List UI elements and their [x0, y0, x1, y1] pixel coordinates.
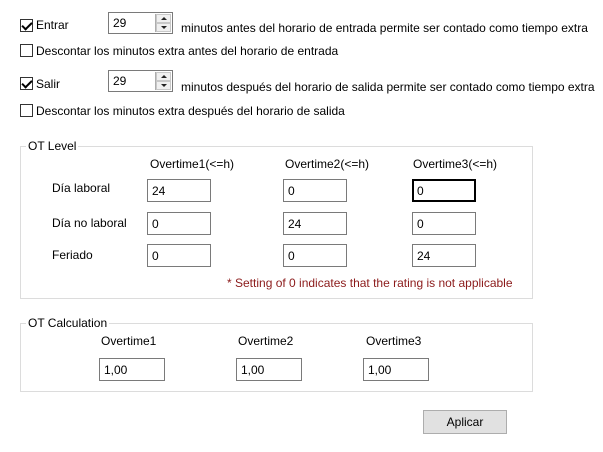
- salir-label: Salir: [36, 77, 61, 91]
- discount-entrada-label: Descontar los minutos extra antes del ho…: [36, 44, 339, 58]
- row-label-dia-laboral: Día laboral: [52, 181, 111, 195]
- salir-minutes-value: 29: [113, 74, 127, 88]
- spinner-buttons: [155, 14, 171, 32]
- ot-level-col-overtime2: Overtime2(<=h): [285, 157, 370, 171]
- ot-level-legend: OT Level: [26, 139, 79, 153]
- ot-calculation-legend: OT Calculation: [26, 316, 110, 330]
- salir-checkbox[interactable]: [20, 77, 33, 90]
- ot-level-note: * Setting of 0 indicates that the rating…: [227, 276, 513, 290]
- entrar-checkbox[interactable]: [20, 19, 33, 32]
- ot-level-no-laboral-overtime2-input[interactable]: [283, 212, 347, 235]
- entrar-description: minutos antes del horario de entrada per…: [181, 21, 588, 35]
- ot-level-laboral-overtime2-input[interactable]: [283, 179, 347, 202]
- spin-down-icon[interactable]: [156, 23, 171, 32]
- entrar-label: Entrar: [36, 18, 69, 32]
- apply-button[interactable]: Aplicar: [423, 410, 507, 434]
- row-label-dia-no-laboral: Día no laboral: [52, 216, 127, 230]
- discount-salida-checkbox[interactable]: [20, 104, 33, 117]
- entrar-minutes-value: 29: [113, 16, 127, 30]
- spin-up-icon[interactable]: [156, 72, 171, 81]
- ot-calc-col-overtime3: Overtime3: [366, 334, 422, 348]
- ot-level-laboral-overtime3-input[interactable]: [412, 179, 476, 202]
- spin-down-icon[interactable]: [156, 81, 171, 90]
- ot-level-feriado-overtime3-input[interactable]: [412, 244, 476, 267]
- spin-up-icon[interactable]: [156, 14, 171, 23]
- discount-salida-label: Descontar los minutos extra después del …: [36, 104, 345, 118]
- row-label-feriado: Feriado: [52, 248, 93, 262]
- entrar-minutes-spinner[interactable]: 29: [108, 12, 173, 34]
- salir-minutes-spinner[interactable]: 29: [108, 70, 173, 92]
- spinner-buttons: [155, 72, 171, 90]
- ot-level-no-laboral-overtime3-input[interactable]: [412, 212, 476, 235]
- ot-calc-col-overtime1: Overtime1: [101, 334, 157, 348]
- ot-calc-overtime1-input[interactable]: [99, 358, 165, 381]
- ot-level-col-overtime1: Overtime1(<=h): [150, 157, 235, 171]
- ot-level-feriado-overtime1-input[interactable]: [147, 244, 211, 267]
- ot-calc-overtime3-input[interactable]: [363, 358, 429, 381]
- ot-level-col-overtime3: Overtime3(<=h): [413, 157, 498, 171]
- ot-calc-overtime2-input[interactable]: [236, 358, 302, 381]
- ot-level-no-laboral-overtime1-input[interactable]: [147, 212, 211, 235]
- ot-calc-col-overtime2: Overtime2: [238, 334, 294, 348]
- discount-entrada-checkbox[interactable]: [20, 44, 33, 57]
- ot-level-feriado-overtime2-input[interactable]: [283, 244, 347, 267]
- salir-description: minutos después del horario de salida pe…: [181, 80, 595, 94]
- ot-level-laboral-overtime1-input[interactable]: [147, 179, 211, 202]
